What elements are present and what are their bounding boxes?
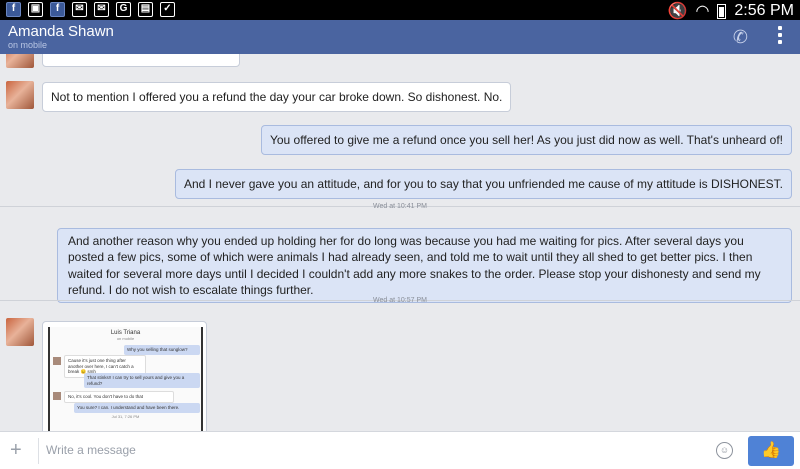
message-bubble-incoming: Not to mention I offered you a refund th… [42, 82, 512, 112]
divider [38, 438, 39, 464]
conversation-header: Amanda Shawn on mobile ✆ [0, 20, 800, 54]
message-list[interactable]: Not to mention I offered you a refund th… [0, 54, 800, 431]
battery-icon [717, 3, 727, 19]
facebook-icon: f [50, 2, 65, 17]
screenshot-message: Why you selling that sunglow? [124, 345, 200, 355]
clock: 2:56 PM [734, 2, 794, 19]
image-icon: ▣ [28, 2, 43, 17]
shopping-bag-check-icon: ✓ [160, 2, 175, 17]
screenshot-avatar [53, 392, 61, 400]
mute-icon: 🔇 [667, 3, 688, 20]
message-bubble-outgoing: You offered to give me a refund once you… [260, 125, 792, 155]
message-input[interactable]: Write a message [46, 443, 136, 457]
mail-muted-icon: ✉ [72, 2, 87, 17]
phone-icon[interactable]: ✆ [733, 27, 748, 48]
screenshot-title: Luis Triana [110, 330, 141, 336]
avatar[interactable] [6, 81, 34, 109]
status-bar: f ▣ f ✉ ✉ G ▤ ✓ 🔇 ◠ 2:56 PM [0, 0, 800, 20]
avatar[interactable] [6, 318, 34, 346]
avatar[interactable] [6, 54, 34, 68]
timestamp: Wed at 10:57 PM [373, 297, 427, 304]
screenshot-preview: Luis Triana on mobile Why you selling th… [48, 327, 203, 431]
plus-icon[interactable]: + [10, 440, 22, 460]
message-bubble-outgoing: And I never gave you an attitude, and fo… [175, 169, 792, 199]
wifi-icon: ◠ [695, 3, 710, 20]
screenshot-message: No, it's cool. You don't have to do that [64, 391, 174, 403]
screenshot-message: That stinks!! I can try to sell yours an… [84, 373, 200, 388]
screenshot-message: You sure? I can. I understand and have b… [74, 403, 200, 413]
contact-name[interactable]: Amanda Shawn [8, 23, 114, 40]
contact-status: on mobile [8, 40, 48, 50]
screenshot-subtitle: on mobile [116, 336, 135, 341]
emoji-icon[interactable]: ☺ [716, 442, 733, 459]
mail-muted-icon: ✉ [94, 2, 109, 17]
facebook-app-icon: f [6, 2, 21, 17]
message-bubble-outgoing: And another reason why you ended up hold… [57, 228, 792, 304]
google-icon: G [116, 2, 131, 17]
overflow-menu-icon[interactable] [778, 26, 782, 46]
message-bubble-cutoff [42, 54, 240, 67]
image-attachment[interactable]: Luis Triana on mobile Why you selling th… [42, 321, 207, 431]
screenshot-date: Jul 31, 7:26 PM [111, 414, 140, 419]
timestamp: Wed at 10:41 PM [373, 203, 427, 210]
notification-icons: f ▣ f ✉ ✉ G ▤ ✓ [6, 2, 175, 17]
shopping-bag-icon: ▤ [138, 2, 153, 17]
screenshot-avatar [53, 357, 61, 365]
message-composer: + Write a message ☺ 👍 [0, 431, 800, 469]
like-button[interactable]: 👍 [748, 436, 794, 466]
